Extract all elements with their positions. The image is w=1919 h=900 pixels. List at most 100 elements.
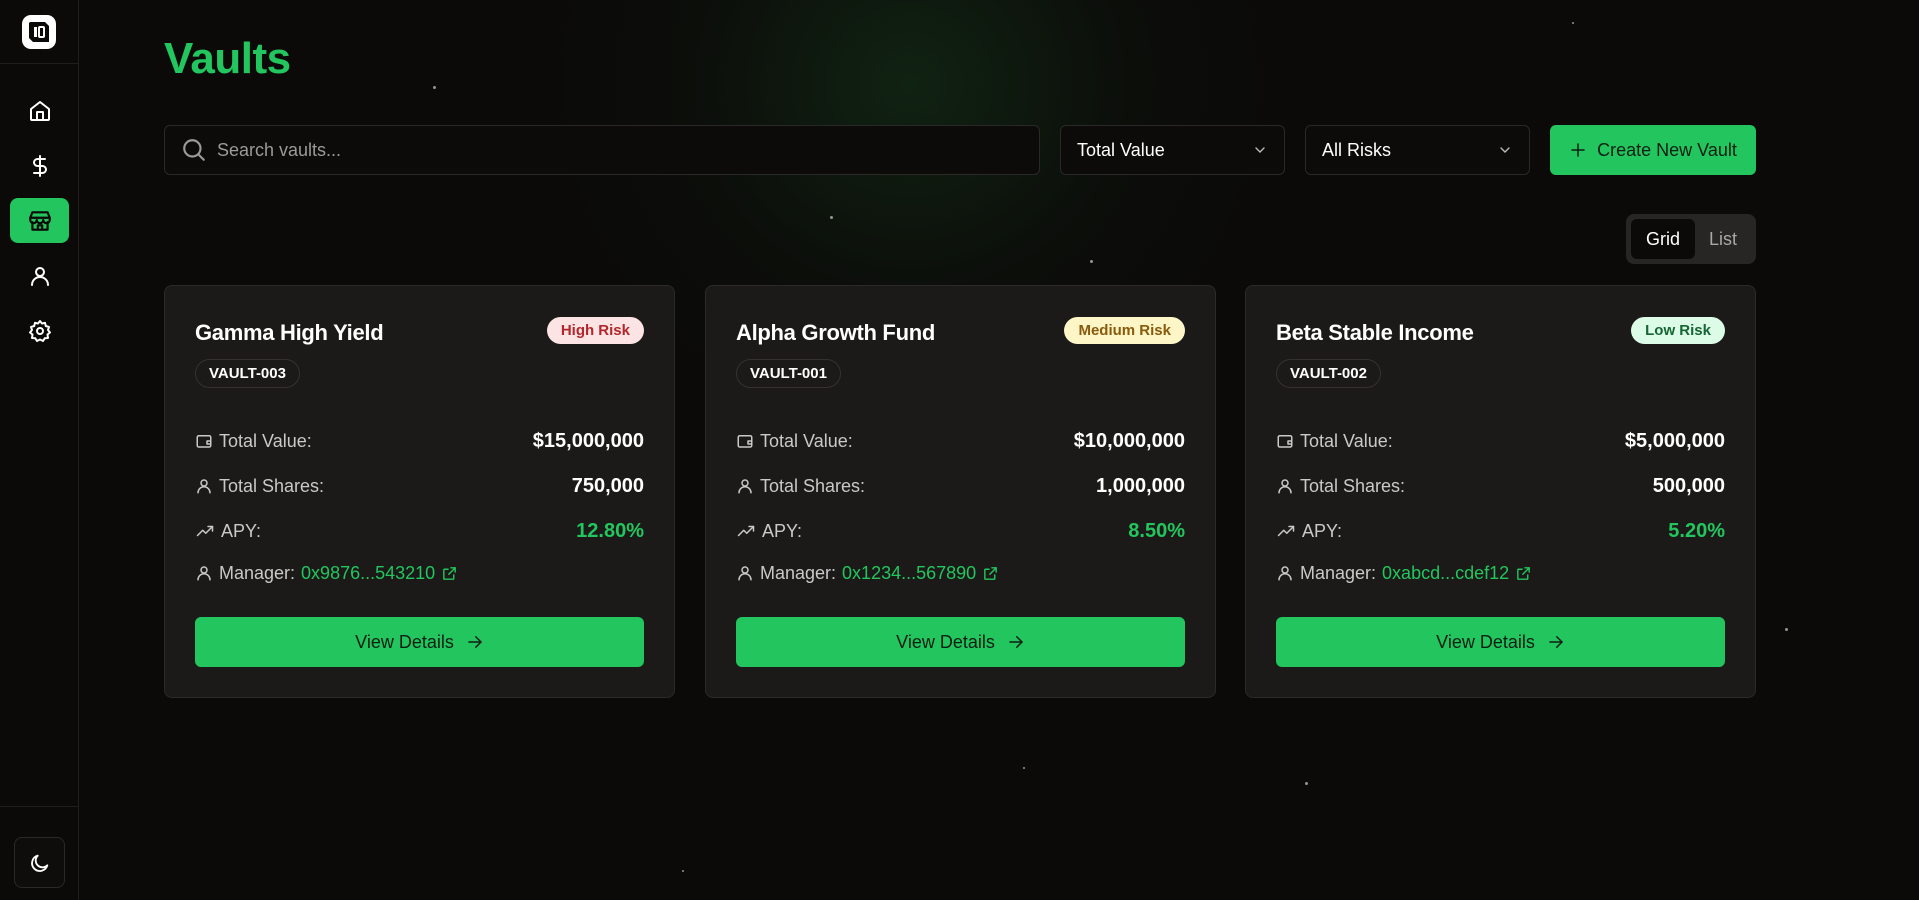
user-icon bbox=[738, 479, 752, 494]
risk-badge: Medium Risk bbox=[1064, 317, 1185, 344]
background-star bbox=[1023, 767, 1025, 769]
user-icon bbox=[738, 566, 752, 581]
apy-row: APY: 5.20% bbox=[1276, 517, 1725, 545]
background-star bbox=[1305, 782, 1308, 785]
manager-address-link[interactable]: 0x9876...543210 bbox=[301, 563, 458, 584]
total-value: $5,000,000 bbox=[1624, 429, 1725, 452]
store-icon bbox=[28, 210, 51, 231]
gear-icon bbox=[28, 319, 51, 342]
risk-badge: High Risk bbox=[546, 317, 644, 344]
total-value-row: Total Value: $15,000,000 bbox=[195, 427, 644, 455]
user-icon bbox=[1278, 479, 1292, 494]
total-shares-row: Total Shares: 1,000,000 bbox=[736, 472, 1185, 500]
manager-label: Manager: bbox=[760, 562, 837, 583]
apy-value: 12.80% bbox=[576, 519, 644, 542]
total-value-row: Total Value: $5,000,000 bbox=[1276, 427, 1725, 455]
background-star bbox=[830, 216, 833, 219]
manager-address: 0xabcd...cdef12 bbox=[1382, 562, 1510, 583]
vault-card: Alpha Growth Fund Medium Risk VAULT-001 … bbox=[705, 285, 1216, 698]
create-vault-label: Create New Vault bbox=[1597, 139, 1737, 160]
vault-name: Gamma High Yield bbox=[195, 320, 384, 345]
list-view-option[interactable]: List bbox=[1695, 219, 1751, 259]
total-shares-label: Total Shares: bbox=[219, 475, 325, 496]
view-details-button[interactable]: View Details bbox=[1276, 617, 1725, 667]
apy-label: APY: bbox=[221, 520, 262, 541]
view-details-button[interactable]: View Details bbox=[195, 617, 644, 667]
total-shares-label: Total Shares: bbox=[1300, 475, 1406, 496]
sidebar-item-settings[interactable] bbox=[10, 308, 69, 353]
view-details-label: View Details bbox=[355, 631, 454, 652]
home-icon bbox=[29, 100, 50, 121]
view-details-label: View Details bbox=[896, 631, 995, 652]
chevron-down-icon bbox=[1500, 147, 1510, 153]
theme-toggle-button[interactable] bbox=[14, 837, 65, 888]
manager-address: 0x9876...543210 bbox=[301, 562, 436, 583]
sidebar-item-vaults[interactable] bbox=[10, 198, 69, 243]
sidebar-item-dollar[interactable] bbox=[10, 143, 69, 188]
background-star bbox=[433, 86, 436, 89]
sort-select[interactable]: Total Value bbox=[1060, 125, 1285, 175]
sidebar-nav bbox=[10, 88, 69, 363]
external-link-icon bbox=[443, 566, 457, 580]
trending-up-icon bbox=[196, 525, 214, 537]
total-value-label: Total Value: bbox=[1300, 430, 1393, 451]
arrow-right-icon bbox=[1549, 636, 1563, 648]
total-shares-row: Total Shares: 500,000 bbox=[1276, 472, 1725, 500]
user-icon bbox=[30, 266, 49, 286]
vault-id-badge: VAULT-003 bbox=[195, 359, 300, 388]
wallet-icon bbox=[196, 435, 212, 448]
manager-address: 0x1234...567890 bbox=[842, 562, 977, 583]
total-value-row: Total Value: $10,000,000 bbox=[736, 427, 1185, 455]
risk-badge: Low Risk bbox=[1631, 317, 1725, 344]
risk-filter-value: All Risks bbox=[1322, 139, 1392, 160]
manager-address-link[interactable]: 0x1234...567890 bbox=[842, 563, 999, 584]
apy-row: APY: 8.50% bbox=[736, 517, 1185, 545]
trending-up-icon bbox=[737, 525, 755, 537]
apy-label: APY: bbox=[1302, 520, 1343, 541]
external-link-icon bbox=[1517, 566, 1531, 580]
trending-up-icon bbox=[1277, 525, 1295, 537]
sidebar-footer bbox=[0, 806, 79, 900]
create-vault-button[interactable]: Create New Vault bbox=[1550, 125, 1756, 175]
vault-name: Beta Stable Income bbox=[1276, 320, 1474, 345]
search-input[interactable] bbox=[217, 139, 1017, 161]
user-icon bbox=[197, 479, 211, 494]
apy-label: APY: bbox=[762, 520, 803, 541]
chevron-down-icon bbox=[1255, 147, 1265, 153]
vault-id-badge: VAULT-001 bbox=[736, 359, 841, 388]
grid-view-option[interactable]: Grid bbox=[1631, 219, 1695, 259]
external-link-icon bbox=[984, 566, 998, 580]
total-shares: 500,000 bbox=[1652, 474, 1725, 497]
sidebar-item-profile[interactable] bbox=[10, 253, 69, 298]
wallet-icon bbox=[1277, 435, 1293, 448]
total-shares-label: Total Shares: bbox=[760, 475, 866, 496]
logo-icon[interactable] bbox=[22, 14, 56, 49]
view-details-button[interactable]: View Details bbox=[736, 617, 1185, 667]
background-star bbox=[682, 870, 684, 872]
manager-address-link[interactable]: 0xabcd...cdef12 bbox=[1382, 563, 1532, 584]
search-icon bbox=[183, 139, 205, 161]
wallet-icon bbox=[737, 435, 753, 448]
total-shares-row: Total Shares: 750,000 bbox=[195, 472, 644, 500]
total-value-label: Total Value: bbox=[760, 430, 853, 451]
user-icon bbox=[1278, 566, 1292, 581]
arrow-right-icon bbox=[468, 636, 482, 648]
total-value: $15,000,000 bbox=[532, 429, 644, 452]
risk-filter-select[interactable]: All Risks bbox=[1305, 125, 1530, 175]
sort-select-value: Total Value bbox=[1077, 139, 1165, 160]
total-value: $10,000,000 bbox=[1073, 429, 1185, 452]
search-box[interactable] bbox=[164, 125, 1040, 175]
manager-label: Manager: bbox=[219, 562, 296, 583]
total-shares: 750,000 bbox=[571, 474, 644, 497]
manager-row: Manager: 0x1234...567890 bbox=[736, 559, 1185, 587]
view-toggle: Grid List bbox=[1626, 214, 1756, 264]
logo-area bbox=[0, 0, 78, 64]
apy-row: APY: 12.80% bbox=[195, 517, 644, 545]
background-star bbox=[1090, 260, 1093, 263]
sidebar-item-home[interactable] bbox=[10, 88, 69, 133]
total-value-label: Total Value: bbox=[219, 430, 312, 451]
manager-label: Manager: bbox=[1300, 562, 1377, 583]
apy-value: 5.20% bbox=[1668, 519, 1725, 542]
user-icon bbox=[197, 566, 211, 581]
background-star bbox=[1785, 628, 1788, 631]
